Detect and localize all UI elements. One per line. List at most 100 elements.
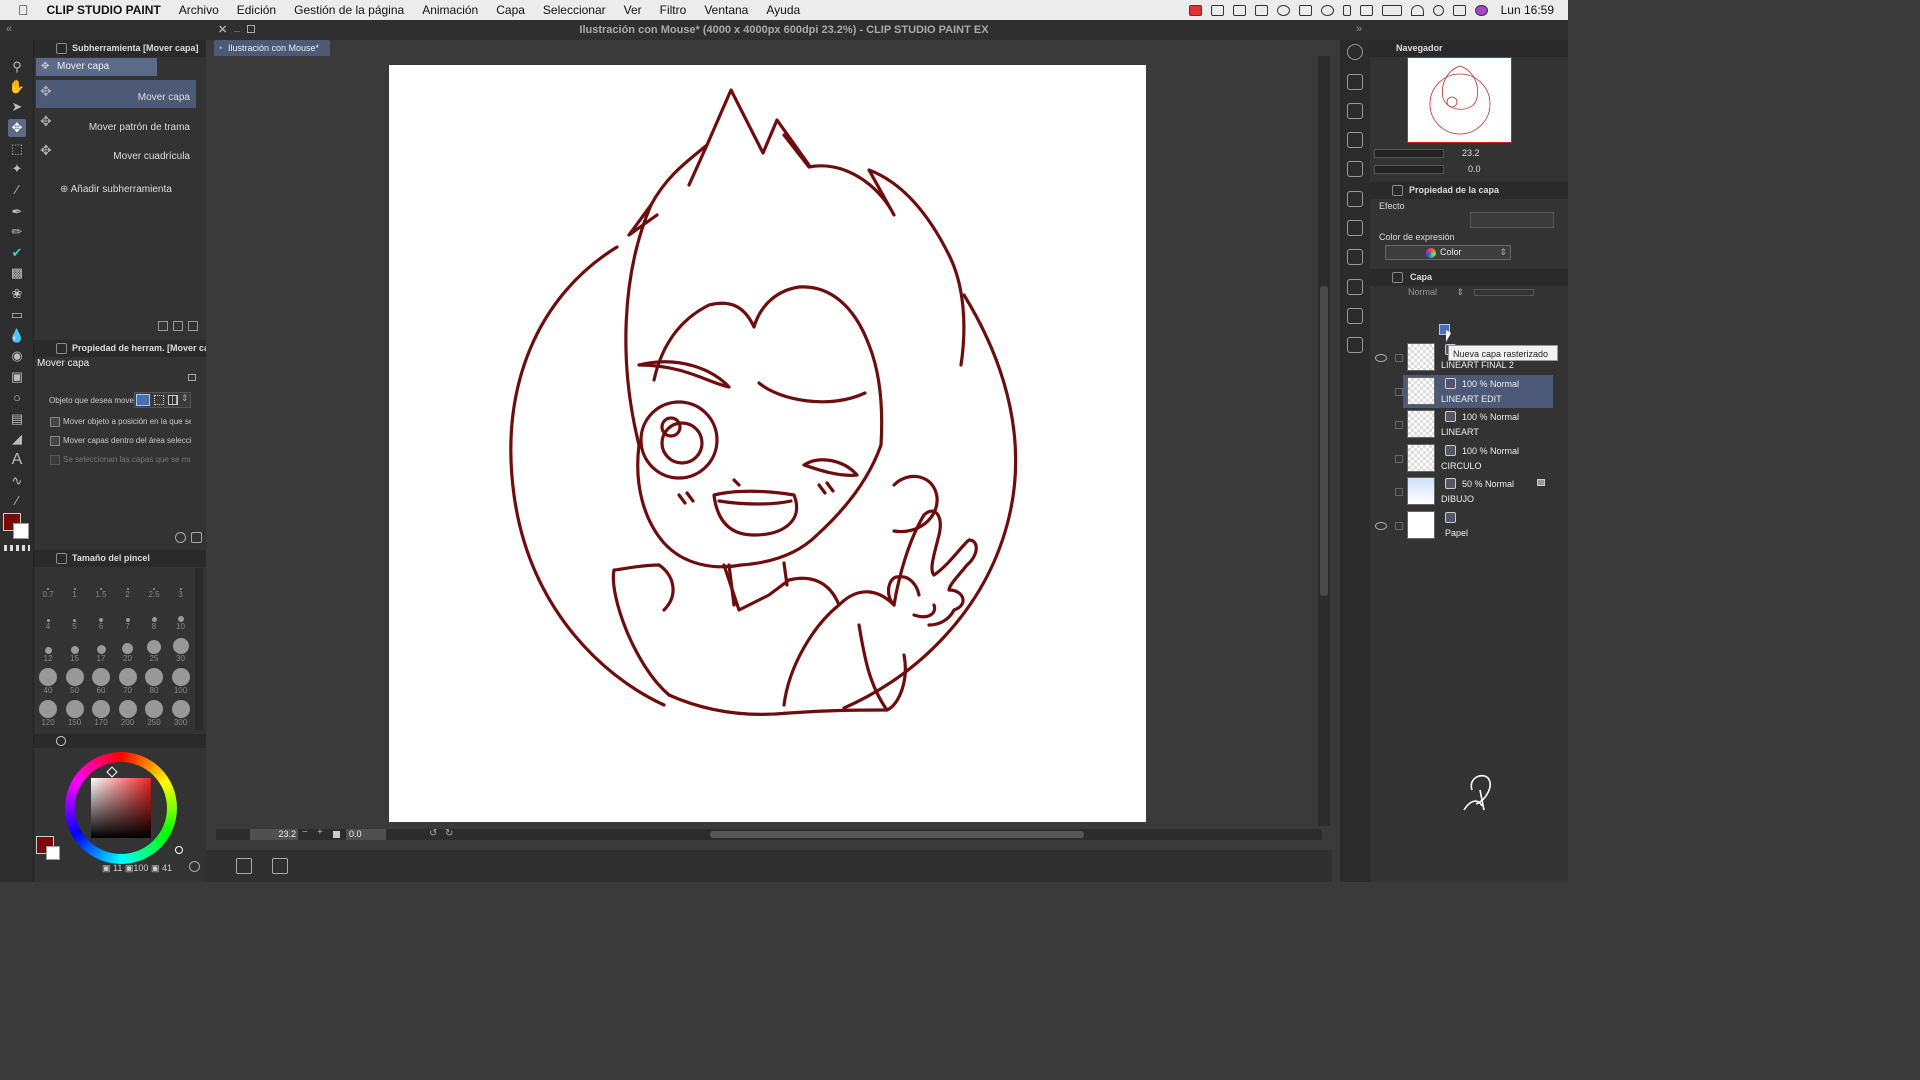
subtool-mover-cuadricula[interactable]: ✥ Mover cuadrícula (36, 139, 196, 167)
object-type-selector[interactable]: ⇕ (134, 392, 191, 408)
copy-subtool-icon[interactable] (158, 321, 168, 331)
move-layer-tool-icon[interactable]: ✥ (8, 119, 26, 137)
auto-action-icon[interactable] (1347, 191, 1363, 207)
eraser-tool-icon[interactable]: ▭ (8, 306, 26, 324)
brush-size-preset[interactable]: 2 (116, 572, 140, 602)
text-tool-icon[interactable]: A (8, 451, 26, 469)
brush-size-preset[interactable]: 6 (89, 604, 113, 634)
download-icon[interactable] (1347, 308, 1363, 324)
hand-tool-icon[interactable]: ✋ (8, 78, 26, 96)
layer-visibility-eye-icon[interactable] (1375, 354, 1387, 362)
brush-size-preset[interactable]: 15 (63, 636, 87, 666)
color-marker[interactable] (175, 846, 183, 854)
clock[interactable]: Lun 16:59 (1501, 3, 1554, 17)
decoration-tool-icon[interactable]: ❀ (8, 285, 26, 303)
layer-edit-toggle[interactable] (1395, 421, 1403, 429)
menu-ver[interactable]: Ver (615, 3, 651, 17)
frame-border-tool-icon[interactable]: ▤ (8, 410, 26, 428)
subtool-mover-patron-trama[interactable]: ✥ Mover patrón de trama (36, 110, 196, 138)
navigator-angle-slider[interactable] (1374, 165, 1444, 174)
subtool-group-tab[interactable]: ✥ Mover capa (36, 58, 157, 76)
blend-mode-select[interactable]: Normal ⇕ (1404, 287, 1466, 300)
layer-row[interactable]: 100 % Normal LINEART EDIT (1403, 374, 1553, 408)
menu-capa[interactable]: Capa (487, 3, 534, 17)
brush-size-preset[interactable]: 10 (169, 604, 193, 634)
menu-ventana[interactable]: Ventana (695, 3, 757, 17)
zoom-out-icon[interactable]: − (302, 827, 308, 838)
reset-settings-icon[interactable] (175, 532, 186, 543)
brush-size-preset[interactable]: 40 (36, 668, 60, 698)
horizontal-scrollbar[interactable]: 23.2 − + 0.0 ↺ ↻ (216, 827, 1322, 840)
brush-size-preset[interactable]: 30 (169, 636, 193, 666)
layer-edit-toggle[interactable] (1395, 387, 1403, 396)
airbrush-tool-icon[interactable]: ▩ (8, 264, 26, 282)
brush-size-preset[interactable]: 17 (89, 636, 113, 666)
correct-line-tool-icon[interactable]: ⁄ (8, 492, 26, 510)
brush-size-preset[interactable]: 70 (116, 668, 140, 698)
brush-size-preset[interactable]: 120 (36, 700, 60, 730)
brush-size-preset[interactable]: 1 (63, 572, 87, 602)
checkbox-move-object-position[interactable] (50, 417, 60, 427)
brush-size-scrollbar[interactable] (195, 568, 203, 730)
eyedropper-tool-icon[interactable]: ∕ (8, 181, 26, 199)
menu-gestion-pagina[interactable]: Gestión de la página (285, 3, 413, 17)
brush-size-preset[interactable]: 80 (142, 668, 166, 698)
brush-size-preset[interactable]: 0.7 (36, 572, 60, 602)
cloud-icon[interactable] (1254, 4, 1268, 16)
apple-icon[interactable]:  (0, 2, 38, 18)
wifi-icon[interactable] (1410, 4, 1424, 16)
brush-size-preset[interactable]: 3 (169, 572, 193, 602)
brush-size-preset[interactable]: 12 (36, 636, 60, 666)
layer-search-icon[interactable] (1347, 161, 1363, 177)
history-icon[interactable] (1347, 249, 1363, 265)
zoom-in-icon[interactable]: + (317, 827, 323, 838)
menu-animacion[interactable]: Animación (413, 3, 487, 17)
layer-edit-toggle[interactable] (1395, 354, 1403, 362)
siri-icon[interactable] (1474, 4, 1488, 16)
layer-edit-toggle[interactable] (1395, 488, 1403, 496)
layer-row[interactable]: 50 % Normal DIBUJO (1403, 475, 1553, 508)
collapse-right-icon[interactable]: » (1356, 23, 1362, 35)
wrench-settings-icon[interactable] (191, 532, 202, 543)
menu-seleccionar[interactable]: Seleccionar (534, 3, 615, 17)
raster-object-icon[interactable] (136, 394, 150, 406)
menu-ayuda[interactable]: Ayuda (757, 3, 809, 17)
brush-size-preset[interactable]: 4 (36, 604, 60, 634)
screen-mirroring-icon[interactable] (1232, 4, 1246, 16)
layer-visibility-eye-icon[interactable] (1375, 421, 1387, 429)
gradient-tool-icon[interactable]: ▣ (8, 368, 26, 386)
bluetooth-icon[interactable] (1342, 4, 1351, 16)
expression-color-select[interactable]: Color ⇕ (1385, 245, 1511, 260)
search-icon[interactable] (1347, 44, 1363, 60)
brush-size-preset[interactable]: 25 (142, 636, 166, 666)
menu-edicion[interactable]: Edición (228, 3, 285, 17)
menu-filtro[interactable]: Filtro (651, 3, 696, 17)
brush-size-preset[interactable]: 20 (116, 636, 140, 666)
canvas-paper[interactable] (389, 65, 1146, 822)
color-wheel[interactable] (65, 752, 183, 864)
moon-icon[interactable] (1320, 4, 1334, 16)
subtool-mover-capa[interactable]: ✥ Mover capa (36, 80, 196, 108)
navigator-zoom-slider[interactable] (1374, 149, 1444, 158)
selection-tool-icon[interactable]: ⬚ (8, 140, 26, 158)
brush-size-preset[interactable]: 1.5 (89, 572, 113, 602)
app-menu[interactable]: CLIP STUDIO PAINT (38, 3, 170, 17)
brush-size-preset[interactable]: 300 (169, 700, 193, 730)
vertical-scroll-thumb[interactable] (1320, 286, 1328, 596)
brush-size-preset[interactable]: 170 (89, 700, 113, 730)
navigator-toggle-icon[interactable] (236, 858, 252, 874)
volume-icon[interactable] (1359, 4, 1373, 16)
brush-size-preset[interactable]: 250 (142, 700, 166, 730)
brush-tool-icon[interactable]: ✔ (8, 244, 26, 262)
layer-row[interactable]: 100 % Normal CIRCULO (1403, 442, 1553, 475)
brush-size-preset[interactable]: 100 (169, 668, 193, 698)
brush-size-preset[interactable]: 5 (63, 604, 87, 634)
layer-edit-toggle[interactable] (1395, 521, 1403, 530)
pen-tool-icon[interactable]: ✒ (8, 203, 26, 221)
tone-object-icon[interactable] (154, 395, 164, 405)
item-bank-icon[interactable] (1347, 220, 1363, 236)
layer-row[interactable]: 100 % Normal LINEART (1403, 408, 1553, 441)
brush-size-preset[interactable]: 50 (63, 668, 87, 698)
brush-size-preset[interactable]: 8 (142, 604, 166, 634)
zoom-tool-icon[interactable]: ⚲ (8, 58, 26, 76)
